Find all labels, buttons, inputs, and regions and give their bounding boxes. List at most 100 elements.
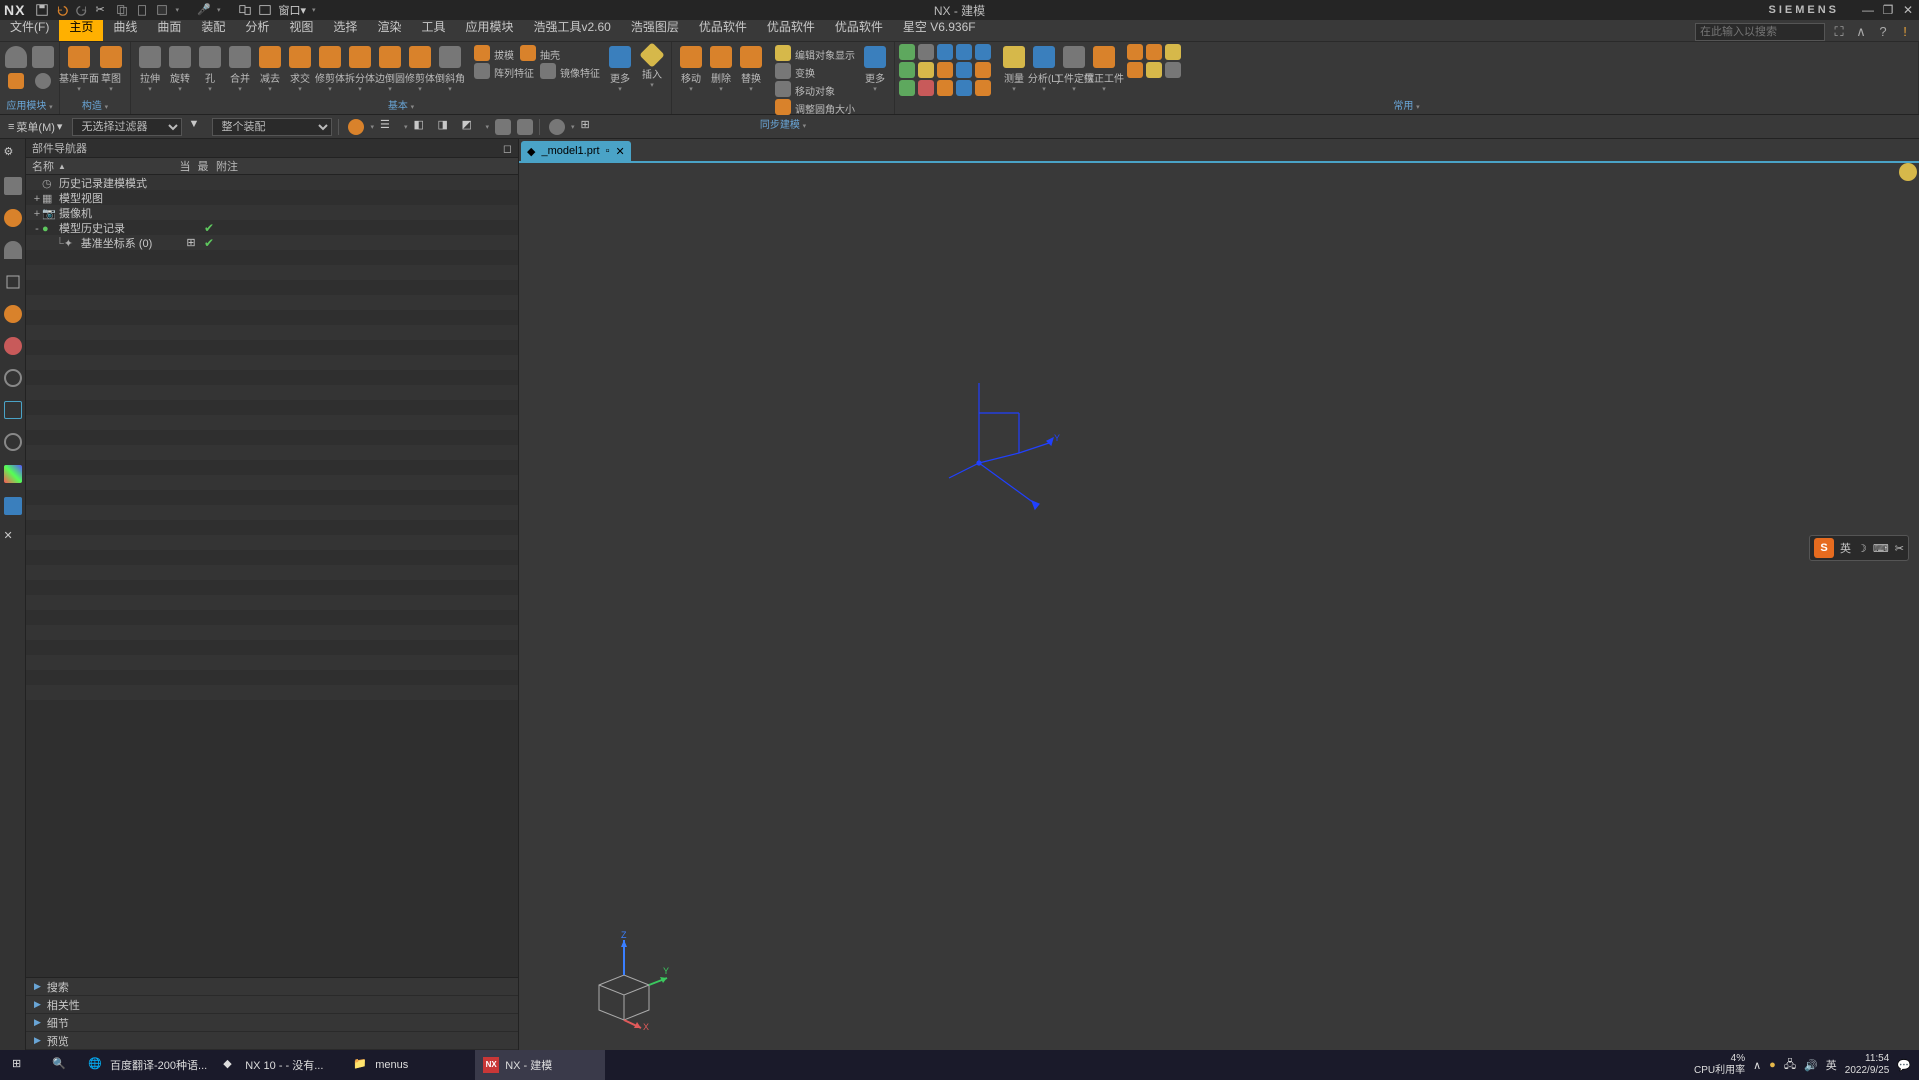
- assembly-navigator-icon[interactable]: [4, 209, 22, 227]
- notifications-icon[interactable]: 💬: [1897, 1059, 1911, 1072]
- onedrive-icon[interactable]: ●: [1769, 1059, 1776, 1071]
- more-button[interactable]: 更多▾: [605, 44, 635, 93]
- tool-icon[interactable]: [1165, 62, 1181, 78]
- undo-icon[interactable]: [55, 3, 69, 17]
- history-icon[interactable]: [4, 369, 22, 387]
- ribbon-button[interactable]: 阵列特征: [471, 62, 537, 80]
- ime-toolbar[interactable]: S 英 ☽ ⌨ ✂: [1809, 535, 1909, 561]
- paste-icon[interactable]: [135, 3, 149, 17]
- ime-lang[interactable]: 英: [1840, 540, 1851, 556]
- tool-icon[interactable]: [899, 80, 915, 96]
- ribbon-button[interactable]: 修剪体▾: [315, 44, 345, 93]
- tool-icon[interactable]: [956, 62, 972, 78]
- ribbon-button[interactable]: 孔▾: [195, 44, 225, 93]
- constraint-navigator-icon[interactable]: [4, 241, 22, 259]
- minimize-button[interactable]: —: [1861, 3, 1875, 17]
- taskbar-item[interactable]: 🔍: [40, 1050, 80, 1080]
- tools-icon[interactable]: ✕: [4, 529, 22, 547]
- settings-icon[interactable]: ⚙: [4, 145, 22, 163]
- copy-icon[interactable]: [115, 3, 129, 17]
- tool-icon[interactable]: [937, 62, 953, 78]
- tool-icon[interactable]: [918, 80, 934, 96]
- tree-row[interactable]: └✦基准坐标系 (0)⊞✔: [26, 235, 518, 250]
- ribbon-button[interactable]: 减去▾: [255, 44, 285, 93]
- sel-tool-icon[interactable]: [348, 119, 364, 135]
- tool-icon[interactable]: [918, 62, 934, 78]
- roles-icon[interactable]: [4, 497, 22, 515]
- window-menu[interactable]: 窗口▾: [278, 2, 306, 18]
- tool-icon[interactable]: [937, 80, 953, 96]
- tool-icon[interactable]: [899, 62, 915, 78]
- ribbon-button[interactable]: 移动▾: [676, 44, 706, 93]
- tab-menu-icon[interactable]: ▫: [606, 145, 610, 157]
- tree-row[interactable]: +▦模型视图: [26, 190, 518, 205]
- tool-icon[interactable]: [899, 44, 915, 60]
- navigator-tree[interactable]: ◷历史记录建模模式+▦模型视图+📷摄像机-●模型历史记录✔└✦基准坐标系 (0)…: [26, 175, 518, 977]
- wcs-icon[interactable]: ⊞: [581, 118, 599, 136]
- bulb-icon[interactable]: [1899, 163, 1917, 181]
- volume-icon[interactable]: 🔊: [1804, 1059, 1818, 1072]
- ribbon-button[interactable]: 边倒圆▾: [375, 44, 405, 93]
- redo-icon[interactable]: [75, 3, 89, 17]
- ribbon-button[interactable]: 拆分体▾: [345, 44, 375, 93]
- gear-button[interactable]: [31, 71, 56, 89]
- menu-button[interactable]: ≡ 菜单(M) ▾: [4, 117, 66, 137]
- ribbon-button[interactable]: 拉伸▾: [135, 44, 165, 93]
- filter-icon[interactable]: ▼: [188, 118, 206, 136]
- tool-icon[interactable]: [956, 80, 972, 96]
- sel-sphere-icon[interactable]: [549, 119, 565, 135]
- ribbon-button[interactable]: 摆正工件▾: [1089, 44, 1119, 93]
- more-button[interactable]: 更多▾: [860, 44, 890, 93]
- ribbon-button[interactable]: 倒斜角▾: [435, 44, 465, 93]
- pin-icon[interactable]: ◻: [503, 142, 512, 155]
- navigator-panel[interactable]: ▶细节: [26, 1014, 518, 1032]
- overflow-icon[interactable]: ▾: [312, 6, 316, 14]
- graphics-viewport[interactable]: Y Z Y X: [519, 161, 1919, 1050]
- ribbon-button[interactable]: 拔模: [471, 44, 517, 62]
- document-tab[interactable]: ◆ _model1.prt ▫ ✕: [521, 141, 631, 161]
- tool-icon[interactable]: [918, 44, 934, 60]
- ribbon-button[interactable]: 求交▾: [285, 44, 315, 93]
- ime-scissors-icon[interactable]: ✂: [1895, 542, 1904, 555]
- tree-row[interactable]: -●模型历史记录✔: [26, 220, 518, 235]
- navigator-panel[interactable]: ▶搜索: [26, 978, 518, 996]
- close-button[interactable]: ✕: [1901, 3, 1915, 17]
- close-tab-icon[interactable]: ✕: [615, 145, 624, 158]
- taskbar-item[interactable]: ◆NX 10 - - 没有...: [215, 1050, 345, 1080]
- tool-icon[interactable]: [975, 80, 991, 96]
- tool-icon[interactable]: [1146, 62, 1162, 78]
- window-icon[interactable]: [238, 3, 252, 17]
- selection-scope-dropdown[interactable]: 整个装配: [212, 118, 332, 136]
- sel-tool-icon[interactable]: ◩: [461, 118, 479, 136]
- sel-tool-icon[interactable]: ◧: [413, 118, 431, 136]
- ribbon-button[interactable]: 移动对象: [772, 80, 858, 98]
- layers-icon[interactable]: [4, 401, 22, 419]
- clock[interactable]: 11:54 2022/9/25: [1845, 1053, 1890, 1077]
- new-button[interactable]: [31, 44, 56, 68]
- tool-icon[interactable]: [1146, 44, 1162, 60]
- selection-filter-dropdown[interactable]: 无选择过滤器: [72, 118, 182, 136]
- taskbar-item[interactable]: ⊞: [0, 1050, 40, 1080]
- taskbar-item[interactable]: 📁menus: [345, 1050, 475, 1080]
- appearance-icon[interactable]: [155, 3, 169, 17]
- ribbon-button[interactable]: 替换▾: [736, 44, 766, 93]
- ribbon-button[interactable]: 旋转▾: [165, 44, 195, 93]
- collapse-ribbon-icon[interactable]: ∧: [1853, 24, 1869, 40]
- app-module-button[interactable]: [4, 44, 29, 68]
- tool-icon[interactable]: [956, 44, 972, 60]
- ribbon-button[interactable]: 测量▾: [999, 44, 1029, 93]
- sel-box-icon[interactable]: [495, 119, 511, 135]
- command-search-input[interactable]: [1695, 23, 1825, 41]
- taskbar-item[interactable]: 🌐百度翻译-200种语...: [80, 1050, 215, 1080]
- tool-icon[interactable]: [1127, 62, 1143, 78]
- ribbon-button[interactable]: 工件定位▾: [1059, 44, 1089, 93]
- tree-row[interactable]: ◷历史记录建模模式: [26, 175, 518, 190]
- cut-icon[interactable]: ✂: [95, 3, 109, 17]
- save-icon[interactable]: [35, 3, 49, 17]
- tree-row[interactable]: +📷摄像机: [26, 205, 518, 220]
- ribbon-button[interactable]: 分析(L)▾: [1029, 44, 1059, 93]
- ribbon-button[interactable]: 删除▾: [706, 44, 736, 93]
- ime-moon-icon[interactable]: ☽: [1857, 542, 1867, 555]
- ribbon-button[interactable]: 编辑对象显示: [772, 44, 858, 62]
- hd3d-icon[interactable]: [4, 305, 22, 323]
